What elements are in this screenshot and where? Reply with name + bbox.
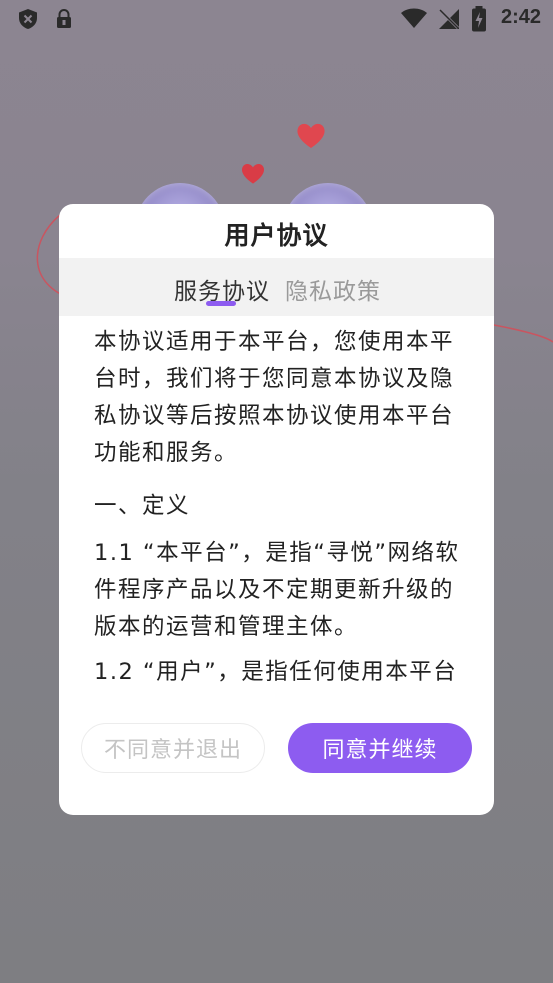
tab-active-indicator <box>206 301 236 306</box>
section-heading: 一、定义 <box>94 493 191 519</box>
heart-icon <box>295 120 327 154</box>
tab-privacy-policy[interactable]: 隐私政策 <box>285 272 381 306</box>
heart-icon-small <box>240 160 266 190</box>
tab-bar: 服务协议 隐私政策 <box>59 258 494 316</box>
clause-1-1: 1.1 “本平台”，是指“寻悦”网络软件程序产品以及不定期更新升级的版本的运营和… <box>94 540 460 640</box>
agree-continue-button[interactable]: 同意并继续 <box>288 723 472 773</box>
decline-exit-button[interactable]: 不同意并退出 <box>81 723 265 773</box>
agreement-content[interactable]: 本协议适用于本平台，您使用本平台时，我们将于您同意本协议及隐私协议等后按照本协议… <box>94 324 466 694</box>
agreement-intro: 本协议适用于本平台，您使用本平台时，我们将于您同意本协议及隐私协议等后按照本协议… <box>94 329 455 466</box>
user-agreement-dialog: 用户协议 服务协议 隐私政策 本协议适用于本平台，您使用本平台时，我们将于您同意… <box>59 204 494 815</box>
dialog-title: 用户协议 <box>224 221 329 250</box>
clause-1-2: 1.2 “用户”，是指任何使用本平台 <box>94 659 458 685</box>
